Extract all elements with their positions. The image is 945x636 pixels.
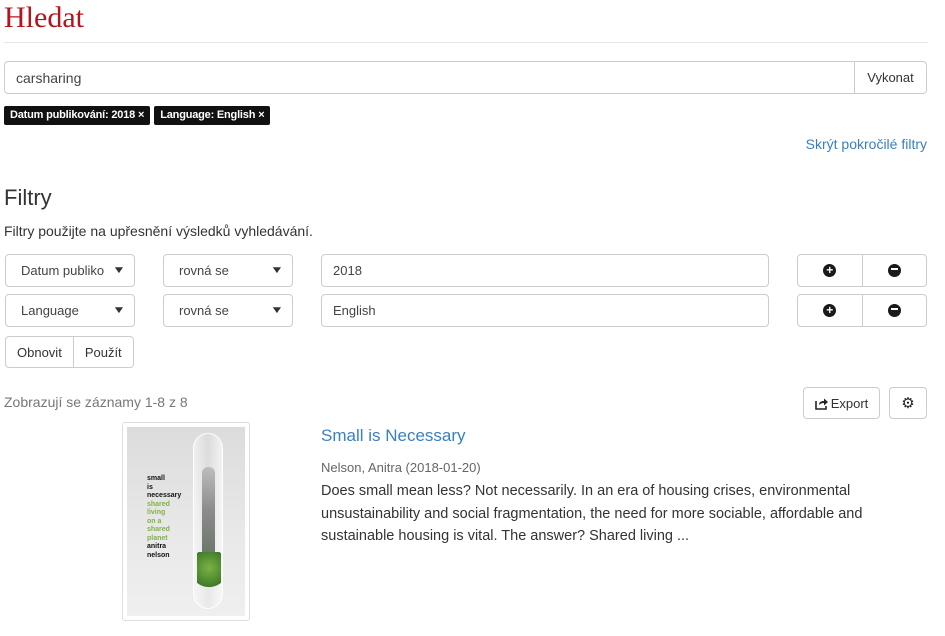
- settings-button[interactable]: ⚙: [889, 387, 927, 419]
- filter-operator-value: rovná se: [179, 263, 229, 278]
- share-icon: [814, 398, 828, 410]
- filters-heading: Filtry: [4, 185, 52, 210]
- minus-circle-icon: [887, 264, 901, 277]
- filter-operator-value: rovná se: [179, 303, 229, 318]
- close-icon[interactable]: ×: [258, 106, 264, 125]
- filter-field-value: Language: [21, 303, 79, 318]
- filter-value-input[interactable]: [321, 254, 769, 287]
- add-filter-button[interactable]: +: [797, 254, 863, 287]
- reset-filters-button[interactable]: Obnovit: [5, 336, 74, 368]
- remove-filter-button[interactable]: [862, 254, 927, 287]
- filter-field-select[interactable]: Datum publiko ▼: [5, 254, 135, 287]
- filter-operator-select[interactable]: rovná se ▼: [163, 294, 293, 327]
- chevron-down-icon: ▼: [112, 265, 126, 276]
- search-bar: Vykonat: [4, 61, 927, 94]
- chevron-down-icon: ▼: [270, 305, 284, 316]
- filter-field-value: Datum publiko: [21, 263, 105, 278]
- filter-chip-language[interactable]: Language: English ×: [154, 106, 271, 125]
- title-divider: [4, 42, 928, 43]
- plus-circle-icon: +: [823, 304, 837, 317]
- gear-icon: ⚙: [901, 395, 915, 412]
- filter-value-input[interactable]: [321, 294, 769, 327]
- cover-image: small is necessary shared living on a sh…: [127, 427, 245, 616]
- filter-field-select[interactable]: Language ▼: [5, 294, 135, 327]
- search-submit-button[interactable]: Vykonat: [854, 61, 927, 94]
- filter-row: Datum publiko ▼ rovná se ▼ +: [0, 254, 945, 287]
- search-input[interactable]: [4, 61, 854, 94]
- minus-circle-icon: [887, 304, 901, 317]
- filter-row: Language ▼ rovná se ▼ +: [0, 294, 945, 327]
- add-filter-button[interactable]: +: [797, 294, 863, 327]
- filter-chip-date[interactable]: Datum publikování: 2018 ×: [4, 106, 151, 125]
- remove-filter-button[interactable]: [862, 294, 927, 327]
- filter-chip-label: Datum publikování: 2018: [10, 109, 135, 121]
- filter-row-actions: +: [797, 294, 927, 327]
- result-meta: Nelson, Anitra (2018-01-20): [321, 460, 481, 475]
- book-cover[interactable]: small is necessary shared living on a sh…: [122, 422, 250, 621]
- active-filter-chips: Datum publikování: 2018 × Language: Engl…: [4, 106, 271, 125]
- filter-actions: Obnovit Použít: [5, 336, 134, 368]
- filter-chip-label: Language: English: [160, 109, 256, 121]
- filter-operator-select[interactable]: rovná se ▼: [163, 254, 293, 287]
- filter-row-actions: +: [797, 254, 927, 287]
- filters-description: Filtry použijte na upřesnění výsledků vy…: [4, 223, 313, 239]
- export-label: Export: [830, 395, 869, 411]
- page-title: Hledat: [4, 1, 84, 34]
- close-icon[interactable]: ×: [138, 106, 144, 125]
- result-abstract: Does small mean less? Not necessarily. I…: [321, 483, 863, 544]
- hide-advanced-filters-link[interactable]: Skrýt pokročilé filtry: [806, 136, 927, 152]
- chevron-down-icon: ▼: [270, 265, 284, 276]
- apply-filters-button[interactable]: Použít: [73, 336, 134, 368]
- export-button[interactable]: Export: [803, 387, 880, 419]
- result-title-link[interactable]: Small is Necessary: [321, 426, 466, 446]
- plus-circle-icon: +: [823, 264, 837, 277]
- chevron-down-icon: ▼: [112, 305, 126, 316]
- results-count: Zobrazují se záznamy 1-8 z 8: [4, 394, 188, 410]
- cover-text: small is necessary shared living on a sh…: [147, 475, 182, 559]
